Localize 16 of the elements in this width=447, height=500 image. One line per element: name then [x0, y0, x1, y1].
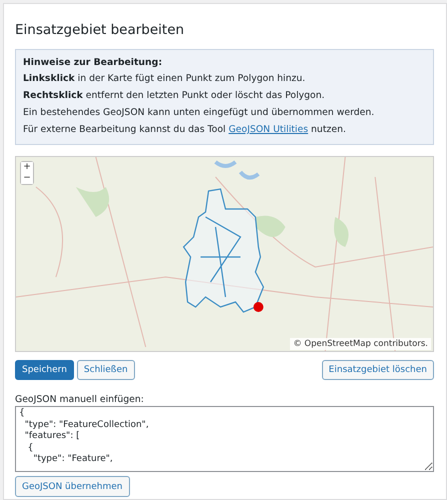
hints-heading: Hinweise zur Bearbeitung:: [23, 57, 164, 68]
hint-text: Linksklick in der Karte fügt einen Punkt zum Polygon hinzu.: [23, 72, 306, 85]
openstreetmap-link[interactable]: OpenStreetMap: [304, 339, 371, 349]
delete-button[interactable]: Einsatzgebiet löschen: [322, 360, 434, 380]
geojson-utilities-link[interactable]: GeoJSON Utilities: [228, 124, 308, 135]
hint-text: Rechtsklick entfernt den letzten Punkt oder löscht das Polygon.: [23, 89, 326, 102]
map-attribution: © OpenStreetMap contributors.: [290, 338, 431, 350]
geojson-input-field[interactable]: { "type": "FeatureCollection", "features": [ { "type": "Feature",: [15, 406, 434, 472]
geojson-label: GeoJSON manuell einfügen:: [15, 394, 145, 405]
dialog-title: Einsatzgebiet bearbeiten: [15, 22, 186, 38]
apply-geojson-button[interactable]: GeoJSON übernehmen: [15, 476, 130, 497]
hint-text: Ein bestehendes GeoJSON kann unten eingefügt und übernommen werden.: [23, 106, 376, 119]
close-button[interactable]: Schließen: [76, 360, 135, 380]
map-drawing[interactable]: [16, 157, 433, 351]
hint-text: Für externe Bearbeitung kannst du das Tool GeoJSON Utilities nutzen.: [23, 123, 347, 136]
save-button[interactable]: Speichern: [15, 360, 74, 380]
